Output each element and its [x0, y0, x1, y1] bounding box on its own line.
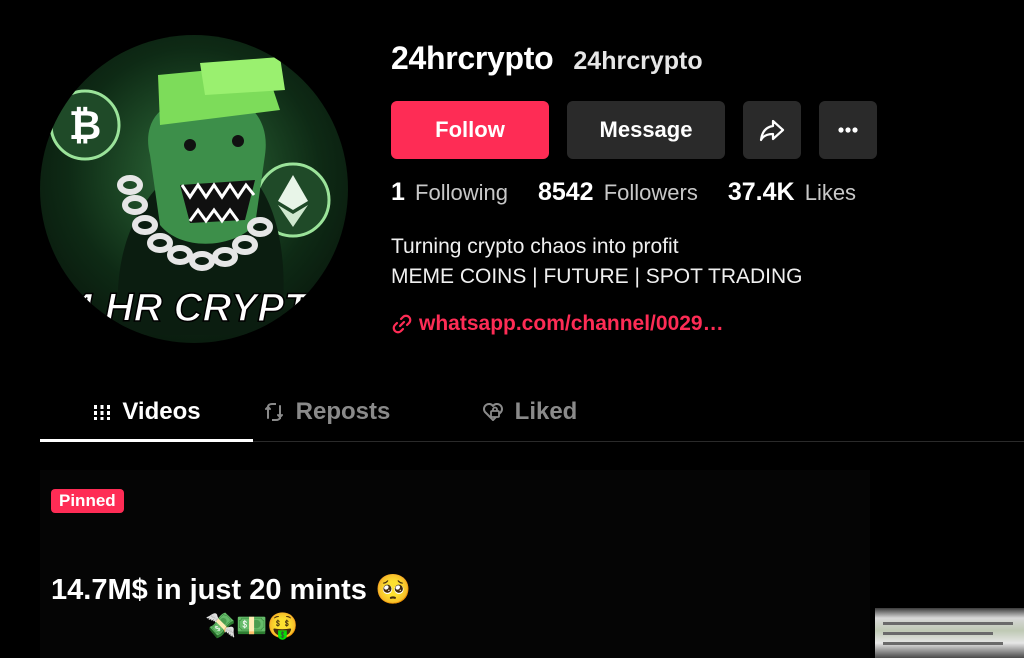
- video-thumbnail[interactable]: [875, 608, 1024, 658]
- message-button[interactable]: Message: [567, 101, 725, 159]
- followers-stat[interactable]: 8542 Followers: [538, 178, 698, 207]
- link-icon: [392, 314, 412, 334]
- following-stat[interactable]: 1 Following: [391, 178, 508, 207]
- tab-label: Videos: [122, 398, 201, 425]
- profile-link[interactable]: whatsapp.com/channel/0029…: [391, 312, 724, 336]
- video-caption-emojis: 💸💵🤑: [205, 612, 299, 640]
- bio-line: Turning crypto chaos into profit: [391, 235, 679, 258]
- more-options-button[interactable]: [819, 101, 877, 159]
- likes-label: Likes: [804, 180, 857, 205]
- profile-tabs: Videos Reposts Liked: [40, 383, 1024, 442]
- tab-liked[interactable]: Liked: [399, 383, 659, 441]
- bio-line: MEME COINS | FUTURE | SPOT TRADING: [391, 265, 803, 288]
- followers-count: 8542: [537, 178, 594, 206]
- bitcoin-coin-icon: ₿: [49, 89, 121, 161]
- username: 24hrcrypto: [391, 40, 554, 76]
- likes-count: 37.4K: [727, 178, 795, 206]
- profile-stats: 1 Following 8542 Followers 37.4K Likes: [391, 178, 856, 207]
- tab-label: Reposts: [295, 398, 391, 425]
- followers-label: Followers: [603, 180, 698, 205]
- share-button[interactable]: [743, 101, 801, 159]
- profile-avatar[interactable]: ₿ 24 HR CRYPTO: [40, 35, 348, 343]
- tab-reposts[interactable]: Reposts: [253, 383, 399, 441]
- tab-videos[interactable]: Videos: [40, 383, 253, 442]
- tab-label: Liked: [514, 398, 578, 425]
- following-count: 1: [391, 178, 405, 206]
- follow-button[interactable]: Follow: [391, 101, 549, 159]
- svg-text:₿: ₿: [69, 104, 102, 148]
- profile-header: 24hrcrypto 24hrcrypto: [391, 40, 703, 77]
- pinned-badge: Pinned: [51, 489, 124, 513]
- likes-stat: 37.4K Likes: [728, 178, 856, 207]
- share-icon: [759, 119, 785, 142]
- liked-heart-icon: [482, 403, 503, 421]
- profile-bio: Turning crypto chaos into profit MEME CO…: [391, 232, 803, 292]
- video-card-pinned[interactable]: Pinned 14.7M$ in just 20 mints 🥺 💸💵🤑: [40, 470, 870, 658]
- more-dots-icon: [838, 127, 858, 133]
- following-label: Following: [415, 180, 508, 205]
- avatar-text: 24 HR CRYPTO: [48, 286, 339, 330]
- grid-icon: [94, 405, 111, 420]
- nickname: 24hrcrypto: [573, 47, 703, 75]
- repost-icon: [264, 403, 283, 421]
- profile-actions: Follow Message: [391, 101, 877, 159]
- profile-link-text: whatsapp.com/channel/0029…: [419, 312, 724, 335]
- video-caption: 14.7M$ in just 20 mints 🥺: [51, 574, 412, 606]
